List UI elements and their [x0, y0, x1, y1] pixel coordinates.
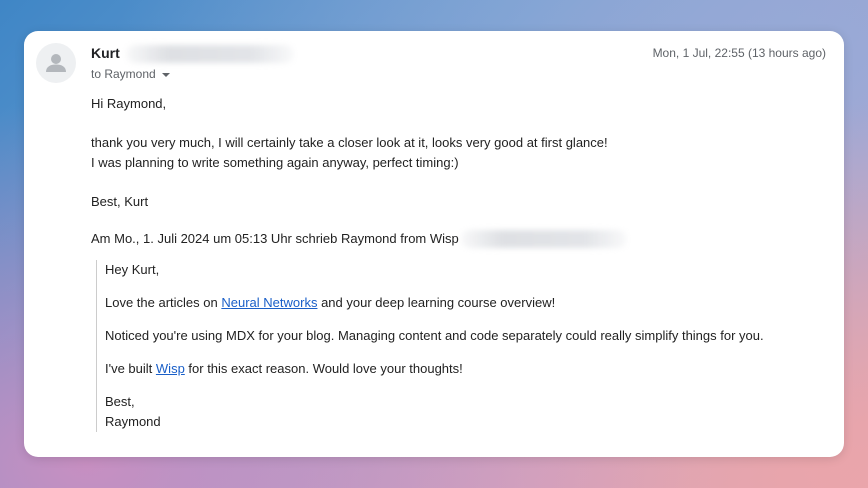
sender-avatar[interactable]	[36, 43, 76, 83]
email-body: Hi Raymond, thank you very much, I will …	[91, 94, 831, 212]
sender-name[interactable]: Kurt	[91, 45, 120, 61]
wisp-link[interactable]: Wisp	[156, 361, 185, 376]
recipient-details[interactable]: to Raymond	[91, 67, 170, 81]
neural-networks-link[interactable]: Neural Networks	[221, 295, 317, 310]
quoted-paragraph-1: Love the articles on Neural Networks and…	[105, 295, 556, 310]
quoted-paragraph-3: I've built Wisp for this exact reason. W…	[105, 361, 463, 376]
redacted-sender-email	[126, 45, 294, 63]
quoted-message: Hey Kurt, Love the articles on Neural Ne…	[96, 260, 825, 432]
body-line-1: thank you very much, I will certainly ta…	[91, 135, 608, 150]
quote-attribution: Am Mo., 1. Juli 2024 um 05:13 Uhr schrie…	[91, 231, 459, 246]
redacted-attribution-email	[461, 230, 627, 248]
recipient-label: to Raymond	[91, 67, 156, 81]
person-icon	[46, 54, 66, 72]
quoted-paragraph-2: Noticed you're using MDX for your blog. …	[105, 328, 764, 343]
email-card: Kurt to Raymond Mon, 1 Jul, 22:55 (13 ho…	[24, 31, 844, 457]
body-greeting: Hi Raymond,	[91, 96, 167, 111]
body-line-2: I was planning to write something again …	[91, 155, 459, 170]
quoted-closing: Best,	[105, 394, 135, 409]
email-timestamp: Mon, 1 Jul, 22:55 (13 hours ago)	[652, 46, 826, 60]
quoted-signature: Raymond	[105, 414, 161, 429]
body-signoff: Best, Kurt	[91, 194, 149, 209]
caret-down-icon[interactable]	[161, 72, 170, 77]
quoted-greeting: Hey Kurt,	[105, 262, 160, 277]
